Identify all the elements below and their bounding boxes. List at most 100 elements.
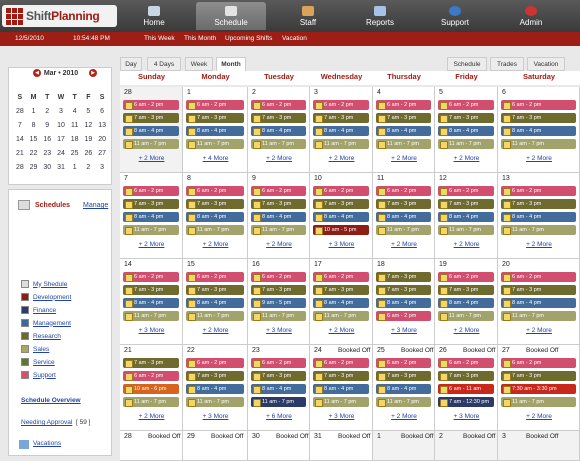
- shift-block[interactable]: 11 am - 7 pm: [251, 397, 306, 407]
- shift-block[interactable]: 11 am - 7 pm: [251, 225, 306, 235]
- shift-block[interactable]: 6 am - 2 pm: [438, 358, 494, 368]
- shift-block[interactable]: 7 am - 12:30 pm: [438, 397, 494, 407]
- calendar-day-cell[interactable]: 28 6 am - 2 pm 7 am - 3 pm 8 am - 4 pm 11 am…: [120, 87, 183, 173]
- shift-block[interactable]: 7 am - 3 pm: [501, 199, 576, 209]
- shift-block[interactable]: 6 am - 2 pm: [376, 100, 431, 110]
- calendar-day-cell[interactable]: 14 6 am - 2 pm 7 am - 3 pm 8 am - 4 pm 11 am…: [120, 259, 183, 345]
- link-upcoming-shifts[interactable]: Upcoming Shifts: [225, 35, 272, 42]
- calendar-day-cell[interactable]: 9 6 am - 2 pm 7 am - 3 pm 8 am - 4 pm 11 am …: [248, 173, 310, 259]
- more-shifts-link[interactable]: + 3 More: [373, 327, 435, 334]
- shift-block[interactable]: 6 am - 2 pm: [438, 100, 494, 110]
- link-vacation[interactable]: Vacation: [282, 35, 307, 42]
- shift-block[interactable]: 7 am - 3 pm: [376, 199, 431, 209]
- shift-block[interactable]: 7:30 am - 3:30 pm: [501, 384, 576, 394]
- shift-block[interactable]: 7 am - 3 pm: [186, 199, 244, 209]
- calendar-day-cell[interactable]: 25 Booked Off 6 am - 2 pm 7 am - 3 pm 8 am -…: [373, 345, 435, 431]
- shift-block[interactable]: 7 am - 3 pm: [313, 285, 369, 295]
- shift-block[interactable]: 7 am - 3 pm: [313, 199, 369, 209]
- mini-calendar-day[interactable]: 11: [68, 118, 82, 132]
- shift-block[interactable]: 7 am - 3 pm: [123, 358, 179, 368]
- calendar-day-cell[interactable]: 1 6 am - 2 pm 7 am - 3 pm 8 am - 4 pm 11 am …: [183, 87, 248, 173]
- more-shifts-link[interactable]: + 2 More: [248, 155, 310, 162]
- shift-block[interactable]: 8 am - 4 pm: [501, 212, 576, 222]
- calendar-day-cell[interactable]: 3 Booked Off: [498, 431, 580, 461]
- shift-block[interactable]: 6 am - 2 pm: [376, 186, 431, 196]
- mini-calendar-day[interactable]: 5: [82, 104, 96, 118]
- shift-block[interactable]: 11 am - 7 pm: [501, 311, 576, 321]
- shift-block[interactable]: 6 am - 2 pm: [501, 358, 576, 368]
- shift-block[interactable]: 11 am - 7 pm: [186, 139, 244, 149]
- shift-block[interactable]: 6 am - 2 pm: [251, 358, 306, 368]
- vacations-link[interactable]: Vacations: [33, 440, 61, 447]
- calendar-day-cell[interactable]: 5 6 am - 2 pm 7 am - 3 pm 8 am - 4 pm 11 am …: [435, 87, 498, 173]
- calendar-day-cell[interactable]: 26 Booked Off 6 am - 2 pm 7 am - 3 pm 6 am -…: [435, 345, 498, 431]
- shift-block[interactable]: 8 am - 4 pm: [438, 126, 494, 136]
- mini-calendar-day[interactable]: 22: [27, 146, 41, 160]
- schedule-item[interactable]: Support: [21, 370, 56, 380]
- shift-block[interactable]: 11 am - 7 pm: [251, 311, 306, 321]
- shift-block[interactable]: 7 am - 3 pm: [251, 199, 306, 209]
- nav-tab-staff[interactable]: Staff: [273, 2, 343, 30]
- more-shifts-link[interactable]: + 2 More: [498, 413, 580, 420]
- schedule-item[interactable]: Development: [21, 292, 71, 302]
- calendar-day-cell[interactable]: 28 Booked Off: [120, 431, 183, 461]
- schedule-item[interactable]: Research: [21, 331, 61, 341]
- shift-block[interactable]: 11 am - 7 pm: [376, 225, 431, 235]
- shift-block[interactable]: 6 am - 2 pm: [376, 311, 431, 321]
- nav-tab-support[interactable]: Support: [420, 2, 490, 30]
- schedule-item[interactable]: Sales: [21, 344, 49, 354]
- shift-block[interactable]: 6 am - 2 pm: [376, 358, 431, 368]
- shift-block[interactable]: 8 am - 4 pm: [438, 298, 494, 308]
- calendar-day-cell[interactable]: 7 6 am - 2 pm 7 am - 3 pm 8 am - 4 pm 11 am …: [120, 173, 183, 259]
- calendar-day-cell[interactable]: 16 6 am - 2 pm 7 am - 3 pm 9 am - 5 pm 11 am…: [248, 259, 310, 345]
- shift-block[interactable]: 7 am - 3 pm: [251, 113, 306, 123]
- shift-block[interactable]: 8 am - 4 pm: [251, 384, 306, 394]
- shift-block[interactable]: 7 am - 3 pm: [376, 285, 431, 295]
- more-shifts-link[interactable]: + 2 More: [120, 413, 183, 420]
- shift-block[interactable]: 6 am - 2 pm: [186, 186, 244, 196]
- more-shifts-link[interactable]: + 3 More: [435, 413, 498, 420]
- mini-calendar-day[interactable]: 7: [13, 118, 27, 132]
- mini-calendar-day[interactable]: 28: [13, 160, 27, 174]
- shift-block[interactable]: 7 am - 3 pm: [438, 371, 494, 381]
- shift-block[interactable]: 11 am - 7 pm: [186, 225, 244, 235]
- shift-block[interactable]: 8 am - 4 pm: [186, 384, 244, 394]
- more-shifts-link[interactable]: + 6 More: [248, 413, 310, 420]
- link-this-month[interactable]: This Month: [184, 35, 216, 42]
- mini-calendar-day[interactable]: 20: [95, 132, 109, 146]
- more-shifts-link[interactable]: + 2 More: [310, 155, 373, 162]
- mini-calendar-day[interactable]: 21: [13, 146, 27, 160]
- needing-approval-link[interactable]: Needing Approval: [21, 419, 72, 426]
- nav-tab-reports[interactable]: Reports: [345, 2, 415, 30]
- shift-block[interactable]: 11 am - 7 pm: [501, 139, 576, 149]
- nav-tab-admin[interactable]: Admin: [496, 2, 566, 30]
- mini-calendar-day[interactable]: 24: [54, 146, 68, 160]
- calendar-day-cell[interactable]: 18 7 am - 3 pm 7 am - 3 pm 8 am - 4 pm 6 am …: [373, 259, 435, 345]
- more-shifts-link[interactable]: + 2 More: [310, 327, 373, 334]
- more-shifts-link[interactable]: + 2 More: [120, 155, 183, 162]
- mini-calendar-day[interactable]: 18: [68, 132, 82, 146]
- mini-calendar-day[interactable]: 30: [40, 160, 54, 174]
- shift-block[interactable]: 6 am - 2 pm: [123, 272, 179, 282]
- shift-block[interactable]: 7 am - 3 pm: [501, 371, 576, 381]
- shift-block[interactable]: 8 am - 4 pm: [501, 298, 576, 308]
- mini-calendar-day[interactable]: 31: [54, 160, 68, 174]
- mini-calendar-day[interactable]: 2: [82, 160, 96, 174]
- mini-calendar-day[interactable]: 6: [95, 104, 109, 118]
- shift-block[interactable]: 11 am - 7 pm: [376, 397, 431, 407]
- shift-block[interactable]: 7 am - 3 pm: [501, 113, 576, 123]
- shift-block[interactable]: 7 am - 3 pm: [186, 113, 244, 123]
- view-tab-schedule[interactable]: Schedule: [447, 57, 487, 71]
- shift-block[interactable]: 6 am - 2 pm: [251, 186, 306, 196]
- shift-block[interactable]: 7 am - 3 pm: [251, 285, 306, 295]
- shift-block[interactable]: 10 am - 6 pm: [123, 384, 179, 394]
- more-shifts-link[interactable]: + 2 More: [183, 241, 248, 248]
- more-shifts-link[interactable]: + 2 More: [183, 327, 248, 334]
- more-shifts-link[interactable]: + 2 More: [120, 241, 183, 248]
- shift-block[interactable]: 8 am - 4 pm: [251, 212, 306, 222]
- mini-calendar-day[interactable]: 3: [95, 160, 109, 174]
- shift-block[interactable]: 7 am - 3 pm: [123, 199, 179, 209]
- shift-block[interactable]: 6 am - 2 pm: [123, 100, 179, 110]
- more-shifts-link[interactable]: + 4 More: [183, 155, 248, 162]
- shift-block[interactable]: 6 am - 11 am: [438, 384, 494, 394]
